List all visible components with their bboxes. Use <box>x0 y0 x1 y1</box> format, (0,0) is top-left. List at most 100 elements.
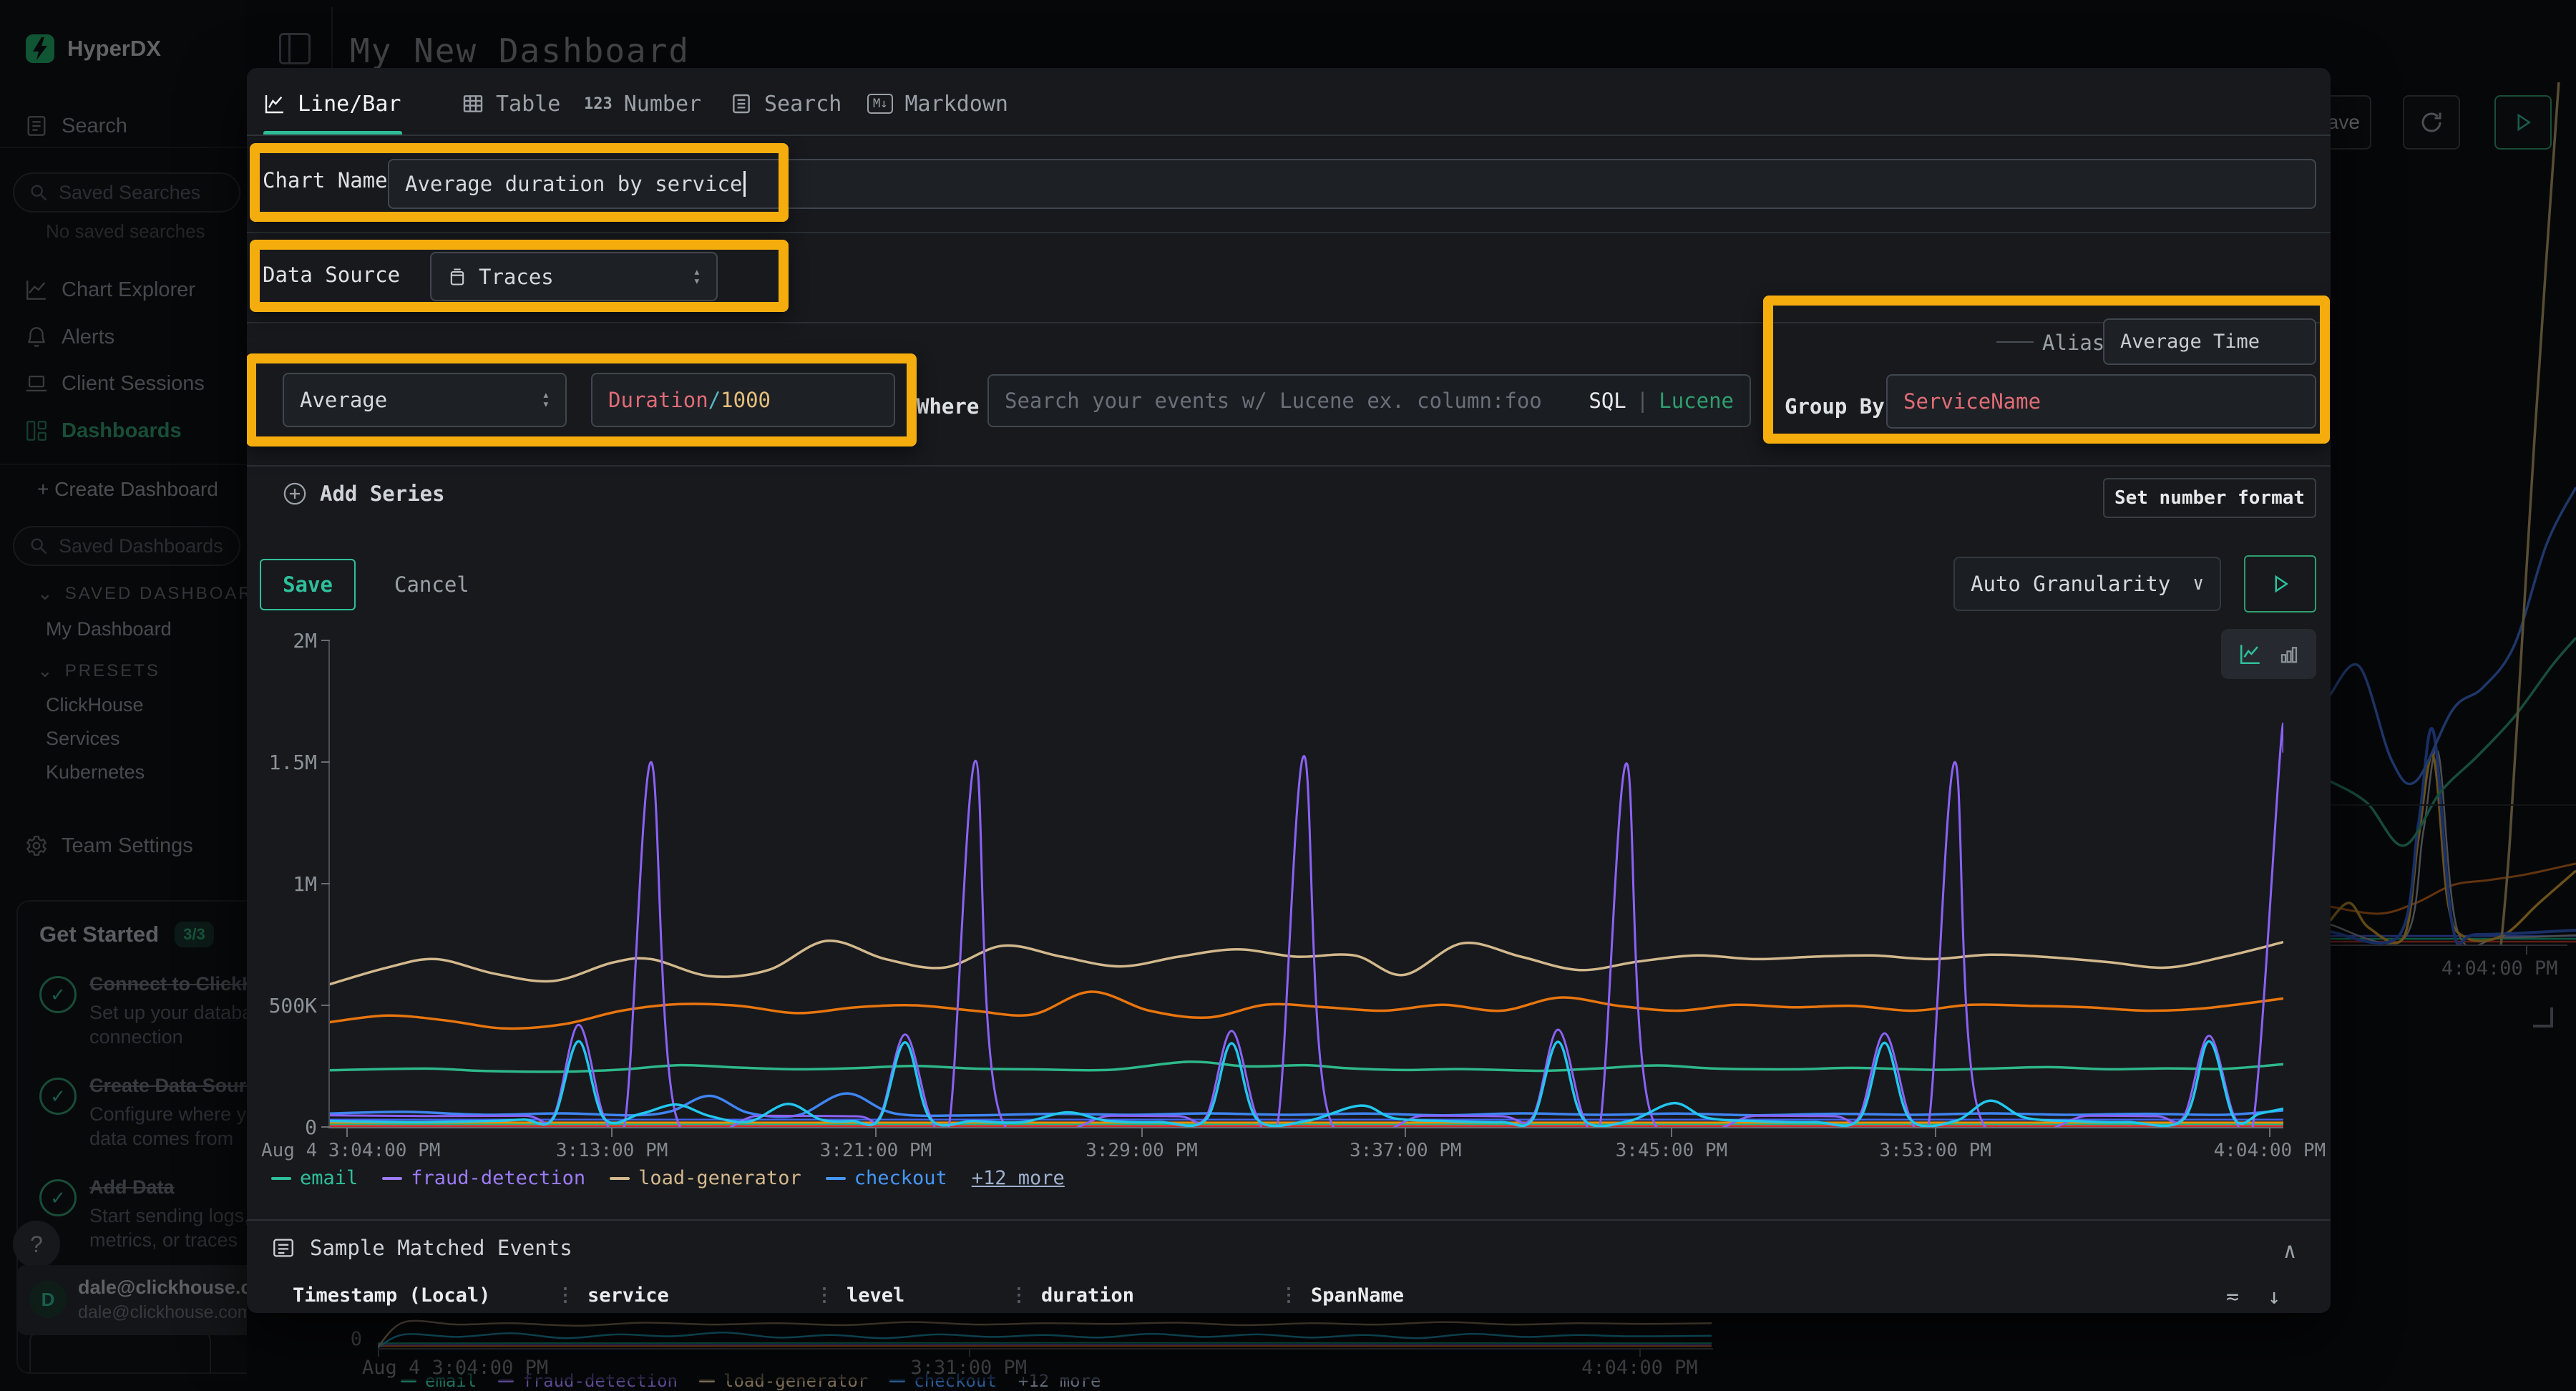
tab-number[interactable]: 123 Number <box>584 84 701 124</box>
xtick-label: 3:37:00 PM <box>1319 1140 1491 1161</box>
chart-legend: email fraud-detection load-generator checko… <box>271 1167 1065 1189</box>
number-123-icon: 123 <box>584 95 613 113</box>
column-separator[interactable]: ⋮ <box>1010 1284 1028 1306</box>
xtick-label: 3:45:00 PM <box>1586 1140 1757 1161</box>
lucene-mode-button[interactable]: Lucene <box>1659 389 1734 413</box>
database-icon <box>447 266 467 288</box>
ytick-label: 500K <box>251 994 317 1017</box>
preview-chart[interactable] <box>328 640 2283 1127</box>
legend-label: email <box>300 1167 358 1189</box>
xtick-mark <box>1141 1128 1143 1137</box>
table-icon <box>462 92 484 115</box>
group-by-label: Group By <box>1785 394 1885 419</box>
xtick-mark <box>346 1128 348 1137</box>
ytick-label: 0 <box>251 1116 317 1139</box>
legend-item-checkout[interactable]: checkout <box>826 1167 947 1189</box>
tab-line-bar[interactable]: Line/Bar <box>263 84 401 124</box>
ytick-label: 1M <box>251 872 317 896</box>
alias-value: Average Time <box>2120 331 2260 353</box>
legend-label: load-generator <box>638 1167 801 1189</box>
ytick-label: 2M <box>251 629 317 653</box>
legend-item--12-more[interactable]: +12 more <box>972 1167 1065 1189</box>
download-icon[interactable]: ↓ <box>2268 1284 2280 1309</box>
y-axis-line <box>328 640 330 1128</box>
save-button[interactable]: Save <box>260 559 356 610</box>
table-header-spanname[interactable]: SpanName <box>1311 1284 1597 1307</box>
chevron-down-icon: ∨ <box>2192 573 2204 595</box>
sample-matched-events-label: Sample Matched Events <box>310 1236 572 1260</box>
list-doc-icon <box>730 92 753 115</box>
column-separator[interactable]: ⋮ <box>1279 1284 1298 1306</box>
table-header-duration[interactable]: duration <box>1041 1284 1267 1307</box>
legend-dash <box>610 1177 630 1180</box>
tab-search[interactable]: Search <box>730 84 841 124</box>
where-placeholder: Search your events w/ Lucene ex. column:… <box>1005 389 1542 413</box>
group-by-value: ServiceName <box>1903 389 2041 414</box>
tabbar-border <box>247 135 2331 136</box>
legend-item-fraud-detection[interactable]: fraud-detection <box>382 1167 585 1189</box>
xtick-mark <box>2269 1128 2270 1137</box>
table-header-level[interactable]: level <box>847 1284 997 1307</box>
legend-dash <box>382 1177 402 1180</box>
series-checkout <box>328 1093 2283 1117</box>
xtick-label: 3:13:00 PM <box>526 1140 698 1161</box>
xtick-label: 3:29:00 PM <box>1056 1140 1228 1161</box>
series-load-generator <box>328 941 2283 985</box>
select-chevrons-icon: ▴▾ <box>542 391 550 409</box>
collapse-chevron-icon[interactable]: ∧ <box>2283 1239 2296 1264</box>
denominator: 1000 <box>721 388 771 412</box>
x-axis-line <box>328 1127 2283 1128</box>
column-separator[interactable]: ⋮ <box>815 1284 834 1306</box>
ytick-mark <box>321 761 330 763</box>
aggregation-select[interactable]: Average ▴▾ <box>283 373 567 427</box>
xtick-label: 3:21:00 PM <box>790 1140 962 1161</box>
operator: / <box>708 388 721 412</box>
xtick-mark <box>1671 1128 1672 1137</box>
chart-name-label: Chart Name <box>263 168 388 192</box>
where-input[interactable]: Search your events w/ Lucene ex. column:… <box>987 374 1751 427</box>
tab-label: Markdown <box>904 92 1008 117</box>
alias-connector-line <box>1996 341 2034 343</box>
sql-mode-button[interactable]: SQL <box>1589 389 1626 413</box>
data-source-select[interactable]: Traces ▴▾ <box>430 252 718 301</box>
divider <box>247 1219 2331 1221</box>
data-source-value: Traces <box>479 265 554 289</box>
alias-label: Alias <box>2042 331 2104 355</box>
series-orange-service <box>328 992 2283 1029</box>
text-cursor <box>743 171 746 197</box>
tab-label: Number <box>624 92 701 117</box>
xtick-label: Aug 4 3:04:00 PM <box>261 1140 433 1161</box>
legend-item-load-generator[interactable]: load-generator <box>610 1167 801 1189</box>
line-chart-icon <box>263 92 286 115</box>
table-header-timestamp-local-[interactable]: Timestamp (Local) <box>293 1284 543 1307</box>
ytick-mark <box>321 640 330 641</box>
add-series-button[interactable]: Add Series <box>283 482 445 506</box>
run-query-button[interactable] <box>2244 555 2316 612</box>
chart-name-input[interactable]: Average duration by service <box>388 159 2316 209</box>
cancel-button[interactable]: Cancel <box>394 572 469 597</box>
granularity-select[interactable]: Auto Granularity ∨ <box>1953 557 2221 611</box>
sample-matched-events-header[interactable]: Sample Matched Events <box>271 1236 572 1260</box>
set-number-format-button[interactable]: Set number format <box>2103 478 2316 518</box>
group-by-input[interactable]: ServiceName <box>1886 374 2316 429</box>
field-expression-input[interactable]: Duration/1000 <box>591 373 895 427</box>
tab-table[interactable]: Table <box>462 84 560 124</box>
column-separator[interactable]: ⋮ <box>556 1284 575 1306</box>
tab-label: Search <box>764 92 841 117</box>
plus-circle-icon <box>283 482 307 506</box>
select-chevrons-icon: ▴▾ <box>693 268 701 286</box>
mode-divider: | <box>1636 389 1649 413</box>
legend-item-email[interactable]: email <box>271 1167 358 1189</box>
filter-icon[interactable]: ≂ <box>2226 1284 2238 1309</box>
alias-input[interactable]: Average Time <box>2103 318 2316 365</box>
tab-markdown[interactable]: M↓ Markdown <box>867 84 1008 124</box>
xtick-mark <box>875 1128 877 1137</box>
divider <box>247 232 2331 233</box>
divider <box>247 465 2331 467</box>
xtick-label: 4:04:00 PM <box>2184 1140 2331 1161</box>
aggregation-value: Average <box>300 388 387 412</box>
table-header-service[interactable]: service <box>587 1284 802 1307</box>
events-list-icon <box>271 1236 296 1260</box>
field-name: Duration <box>608 388 708 412</box>
set-number-format-label: Set number format <box>2114 487 2305 509</box>
